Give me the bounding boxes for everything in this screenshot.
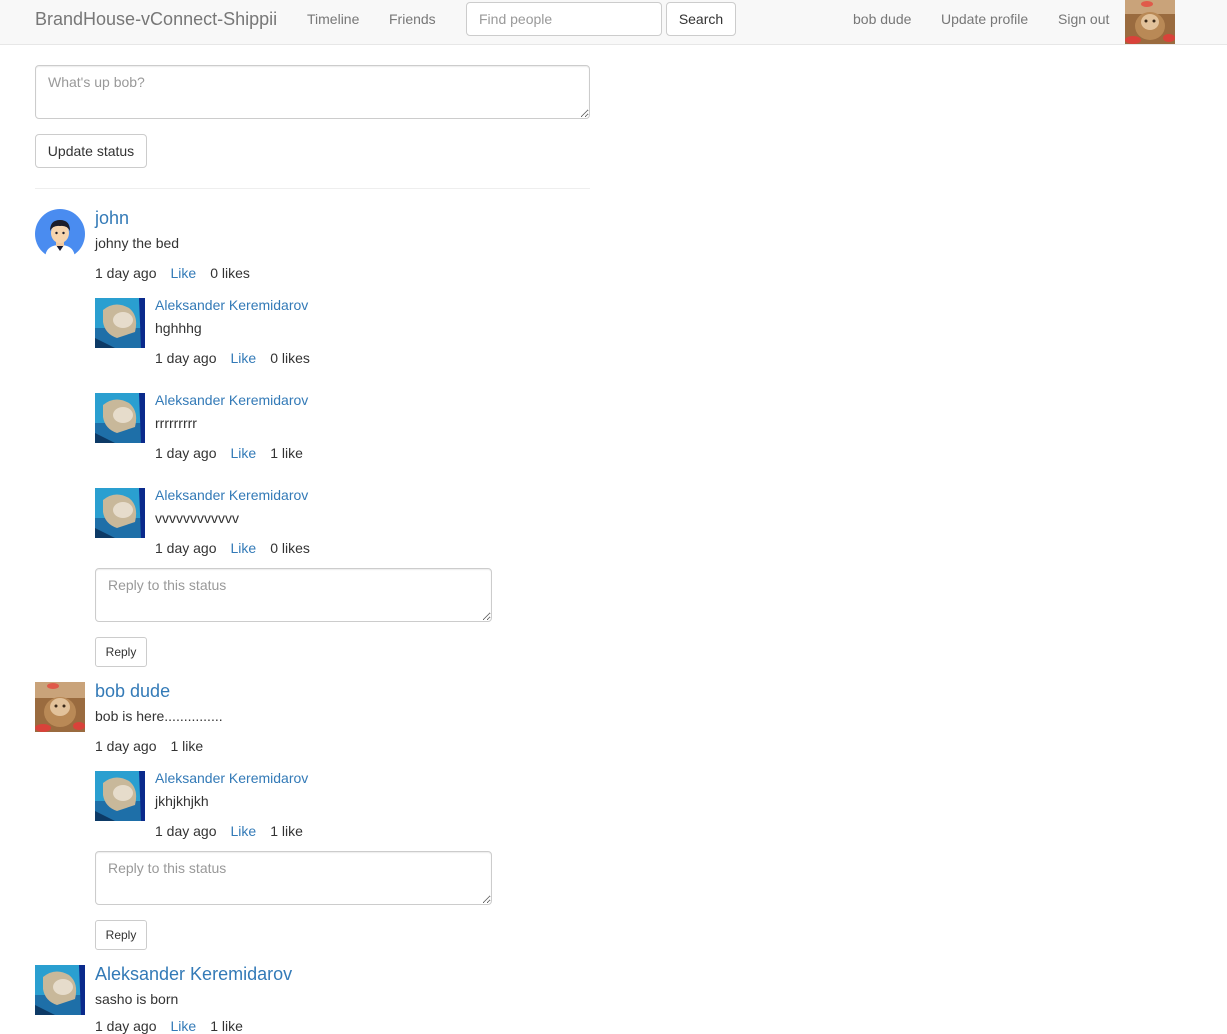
nav-link-sign-out[interactable]: Sign out	[1058, 11, 1109, 27]
reply-input[interactable]	[95, 851, 492, 905]
reply-avatar	[95, 771, 145, 821]
like-link[interactable]: Like	[171, 265, 197, 281]
reply-text: hghhhg	[155, 320, 202, 336]
user-avatar-photo[interactable]	[1125, 0, 1175, 44]
reply-input[interactable]	[95, 568, 492, 622]
status-text: sasho is born	[95, 991, 179, 1007]
reply-meta: 1 day ago Like 1 like	[155, 445, 303, 461]
search-button[interactable]: Search	[666, 2, 736, 36]
reply-button[interactable]: Reply	[95, 637, 147, 667]
status-meta: 1 day ago Like 1 like	[95, 1018, 243, 1034]
reply-text: vvvvvvvvvvvv	[155, 510, 239, 526]
reply-avatar	[95, 298, 145, 348]
reply-author-link[interactable]: Aleksander Keremidarov	[155, 770, 308, 786]
likes-count: 1 like	[210, 1018, 243, 1034]
reply-like-link[interactable]: Like	[231, 350, 257, 366]
top-navbar: BrandHouse-vConnect-Shippii Timeline Fri…	[0, 0, 1227, 45]
reply-text: jkhjkhjkh	[155, 793, 209, 809]
bob-avatar	[35, 682, 85, 732]
reply-avatar	[95, 488, 145, 538]
reply-likes-count: 0 likes	[270, 350, 310, 366]
nav-link-profile[interactable]: bob dude	[853, 11, 911, 27]
find-people-input[interactable]	[466, 2, 662, 36]
status-time: 1 day ago	[95, 738, 157, 754]
reply-likes-count: 0 likes	[270, 540, 310, 556]
reply-time: 1 day ago	[155, 445, 217, 461]
reply-like-link[interactable]: Like	[231, 540, 257, 556]
reply-likes-count: 1 like	[270, 823, 303, 839]
reply-meta: 1 day ago Like 0 likes	[155, 540, 310, 556]
status-meta: 1 day ago 1 like	[95, 738, 203, 754]
likes-count: 0 likes	[210, 265, 250, 281]
reply-like-link[interactable]: Like	[231, 445, 257, 461]
brand-link[interactable]: BrandHouse-vConnect-Shippii	[35, 9, 277, 30]
status-author-link[interactable]: bob dude	[95, 681, 170, 702]
aleksander-avatar	[35, 965, 85, 1015]
nav-link-update-profile[interactable]: Update profile	[941, 11, 1028, 27]
status-input[interactable]	[35, 65, 590, 119]
status-text: bob is here...............	[95, 708, 223, 724]
update-status-button[interactable]: Update status	[35, 134, 147, 168]
reply-text: rrrrrrrrr	[155, 415, 197, 431]
reply-avatar	[95, 393, 145, 443]
reply-time: 1 day ago	[155, 540, 217, 556]
reply-author-link[interactable]: Aleksander Keremidarov	[155, 487, 308, 503]
reply-meta: 1 day ago Like 1 like	[155, 823, 303, 839]
reply-author-link[interactable]: Aleksander Keremidarov	[155, 297, 308, 313]
nav-link-friends[interactable]: Friends	[389, 11, 436, 27]
status-author-link[interactable]: Aleksander Keremidarov	[95, 964, 292, 985]
like-link[interactable]: Like	[171, 1018, 197, 1034]
reply-button[interactable]: Reply	[95, 920, 147, 950]
reply-like-link[interactable]: Like	[231, 823, 257, 839]
reply-meta: 1 day ago Like 0 likes	[155, 350, 310, 366]
status-time: 1 day ago	[95, 1018, 157, 1034]
status-time: 1 day ago	[95, 265, 157, 281]
nav-link-timeline[interactable]: Timeline	[307, 11, 359, 27]
status-author-link[interactable]: john	[95, 208, 129, 229]
status-text: johny the bed	[95, 235, 180, 251]
reply-time: 1 day ago	[155, 823, 217, 839]
reply-author-link[interactable]: Aleksander Keremidarov	[155, 392, 308, 408]
status-meta: 1 day ago Like 0 likes	[95, 265, 250, 281]
reply-time: 1 day ago	[155, 350, 217, 366]
likes-count: 1 like	[170, 738, 204, 754]
john-avatar	[35, 209, 85, 259]
reply-likes-count: 1 like	[270, 445, 303, 461]
divider	[35, 188, 590, 189]
